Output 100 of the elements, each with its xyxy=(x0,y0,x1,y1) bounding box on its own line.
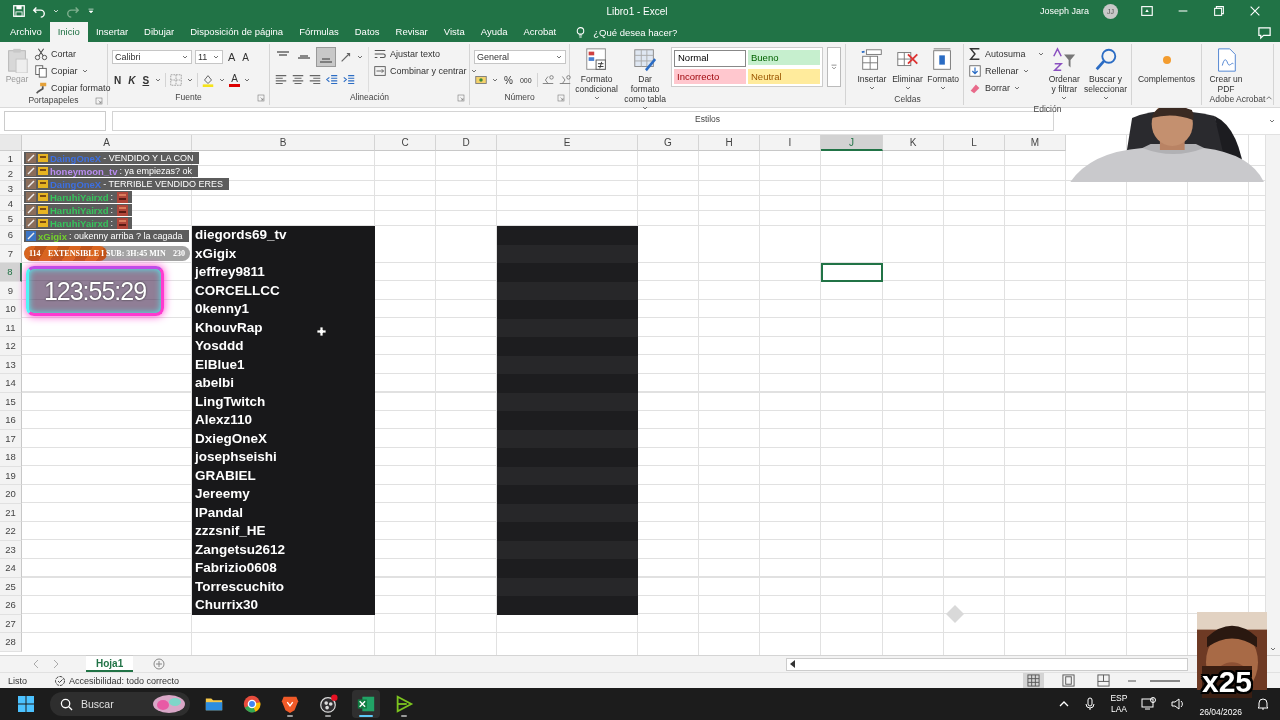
ribbon-button[interactable]: Dar formato como tabla xyxy=(623,47,667,114)
font-size-field[interactable]: 11 xyxy=(195,50,223,64)
ribbon-display-icon[interactable] xyxy=(1140,4,1154,18)
microphone-icon[interactable] xyxy=(1084,697,1097,711)
undo-icon[interactable] xyxy=(32,4,46,18)
currency-icon[interactable] xyxy=(474,73,488,87)
ribbon-tab[interactable]: Dibujar xyxy=(136,22,183,42)
volume-icon[interactable] xyxy=(1171,697,1186,711)
zoom-out-icon[interactable] xyxy=(1128,679,1136,682)
date-text[interactable]: 26/04/2026 xyxy=(1199,706,1242,718)
number-format-field[interactable]: General xyxy=(474,50,566,64)
row-header[interactable]: 28 xyxy=(0,633,22,652)
grow-font-button[interactable]: A xyxy=(226,51,238,63)
column-header[interactable]: D xyxy=(436,135,497,151)
ribbon-button[interactable]: Rellenar xyxy=(968,64,1045,78)
view-button[interactable] xyxy=(1023,673,1044,688)
vertical-scrollbar[interactable] xyxy=(1265,135,1280,655)
comment-icon[interactable] xyxy=(1257,25,1272,40)
column-header[interactable]: B xyxy=(192,135,375,151)
underline-button[interactable]: S xyxy=(140,74,152,86)
row-header[interactable]: 20 xyxy=(0,485,22,504)
ribbon-button[interactable]: Formato xyxy=(927,47,959,94)
column-header[interactable]: C xyxy=(375,135,436,151)
keyboard-layout[interactable]: LAA xyxy=(1110,704,1127,715)
row-header[interactable]: 4 xyxy=(0,196,22,211)
cell-style[interactable]: Neutral xyxy=(748,69,820,84)
redo-icon[interactable] xyxy=(66,4,80,18)
row-header[interactable]: 18 xyxy=(0,448,22,467)
column-header[interactable]: M xyxy=(1005,135,1066,151)
row-header[interactable]: 26 xyxy=(0,596,22,615)
ribbon-tab[interactable]: Datos xyxy=(346,22,388,42)
cell-style[interactable]: Incorrecto xyxy=(674,69,746,84)
ribbon-button[interactable]: Crear un PDF xyxy=(1206,47,1246,94)
orientation-icon[interactable] xyxy=(339,50,353,64)
column-header[interactable]: L xyxy=(944,135,1005,151)
selected-cell[interactable] xyxy=(821,263,883,282)
ribbon-button[interactable]: Autosuma xyxy=(968,47,1045,61)
network-icon[interactable] xyxy=(1141,697,1158,711)
add-sheet-icon[interactable] xyxy=(153,658,166,670)
font-name-field[interactable]: Calibri xyxy=(112,50,192,64)
row-header[interactable]: 12 xyxy=(0,337,22,356)
customize-icon[interactable] xyxy=(86,6,96,16)
ribbon-button[interactable]: Ordenar y filtrar xyxy=(1048,47,1080,104)
bold-button[interactable]: N xyxy=(112,74,124,86)
row-header[interactable]: 24 xyxy=(0,559,22,578)
align-icon[interactable] xyxy=(342,73,356,87)
column-header[interactable]: I xyxy=(760,135,821,151)
font-color-button[interactable]: A xyxy=(229,73,240,87)
column-header[interactable]: E xyxy=(497,135,638,151)
percent-button[interactable]: % xyxy=(502,74,515,86)
ribbon-tab[interactable]: Disposición de página xyxy=(182,22,292,42)
ribbon-tab[interactable]: Acrobat xyxy=(515,22,565,42)
ribbon-tab[interactable]: Ayuda xyxy=(472,22,516,42)
align-icon[interactable] xyxy=(274,73,288,87)
ribbon-tab[interactable]: Insertar xyxy=(87,22,137,42)
ribbon-button[interactable]: Buscar y seleccionar xyxy=(1084,47,1127,104)
decimal-icon[interactable] xyxy=(557,73,572,87)
ribbon-button[interactable]: Cortar xyxy=(34,47,111,61)
cell-style[interactable]: Normal xyxy=(674,50,746,67)
ribbon-tab[interactable]: Revisar xyxy=(387,22,436,42)
scroll-left-icon[interactable] xyxy=(790,660,795,668)
align-icon[interactable] xyxy=(325,73,339,87)
column-header[interactable]: H xyxy=(699,135,760,151)
ribbon-button[interactable]: Formato condicional xyxy=(574,47,620,114)
align-icon[interactable] xyxy=(316,47,336,67)
row-header[interactable]: 10 xyxy=(0,300,22,319)
italic-button[interactable]: K xyxy=(126,74,138,86)
formula-field[interactable] xyxy=(112,111,1054,131)
ribbon-tab[interactable]: Fórmulas xyxy=(291,22,347,42)
horizontal-scrollbar[interactable] xyxy=(786,657,1188,671)
ribbon-button[interactable]: Borrar xyxy=(968,81,1045,95)
shrink-font-button[interactable]: A xyxy=(240,51,251,63)
align-icon[interactable] xyxy=(291,73,305,87)
sheet-tab[interactable]: Hoja1 xyxy=(86,656,134,672)
bell-icon[interactable] xyxy=(1256,697,1270,711)
language-indicator[interactable]: ESP xyxy=(1110,693,1128,704)
ribbon-tab[interactable]: Inicio xyxy=(49,22,88,42)
column-header[interactable]: G xyxy=(638,135,699,151)
row-header[interactable]: 16 xyxy=(0,411,22,430)
ribbon-button[interactable]: Copiar formato xyxy=(34,81,111,95)
ribbon-button[interactable]: Insertar xyxy=(856,47,888,94)
save-icon[interactable] xyxy=(12,4,26,18)
ribbon-button[interactable]: Copiar xyxy=(34,64,111,78)
fill-color-icon[interactable] xyxy=(201,73,216,87)
accessibility-icon[interactable] xyxy=(54,674,66,687)
caret-icon[interactable] xyxy=(52,7,60,15)
restore-icon[interactable] xyxy=(1212,4,1226,18)
tell-me-box[interactable]: ¿Qué desea hacer? xyxy=(564,22,678,42)
row-header[interactable]: 3 xyxy=(0,181,22,196)
align-icon[interactable] xyxy=(308,73,322,87)
row-header[interactable]: 1 xyxy=(0,151,22,166)
row-header[interactable]: 6 xyxy=(0,226,22,245)
accessibility-status[interactable]: Accesibilidad: todo correcto xyxy=(69,675,180,686)
ribbon-button[interactable]: Combinar y centrar xyxy=(373,64,478,78)
row-header[interactable]: 5 xyxy=(0,211,22,226)
row-header[interactable]: 8 xyxy=(0,263,22,282)
row-header[interactable]: 22 xyxy=(0,522,22,541)
decimal-icon[interactable] xyxy=(540,73,555,87)
close-icon[interactable] xyxy=(1248,4,1262,18)
row-header[interactable]: 2 xyxy=(0,166,22,181)
